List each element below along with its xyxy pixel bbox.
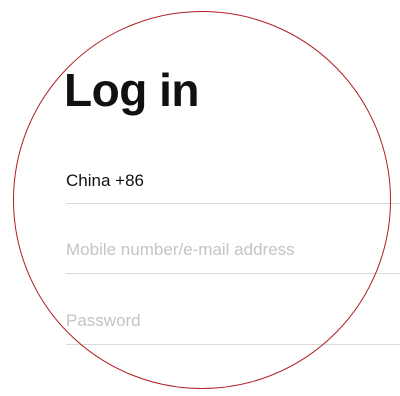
password-field-row — [66, 305, 400, 345]
country-code-selector[interactable]: China +86 — [66, 164, 400, 204]
page-title: Log in — [64, 64, 199, 116]
account-input[interactable] — [66, 236, 386, 264]
country-code-value: China +86 — [66, 171, 144, 190]
login-screen: Log in China +86 — [0, 0, 400, 396]
password-input[interactable] — [66, 307, 386, 335]
account-field-row — [66, 234, 400, 274]
